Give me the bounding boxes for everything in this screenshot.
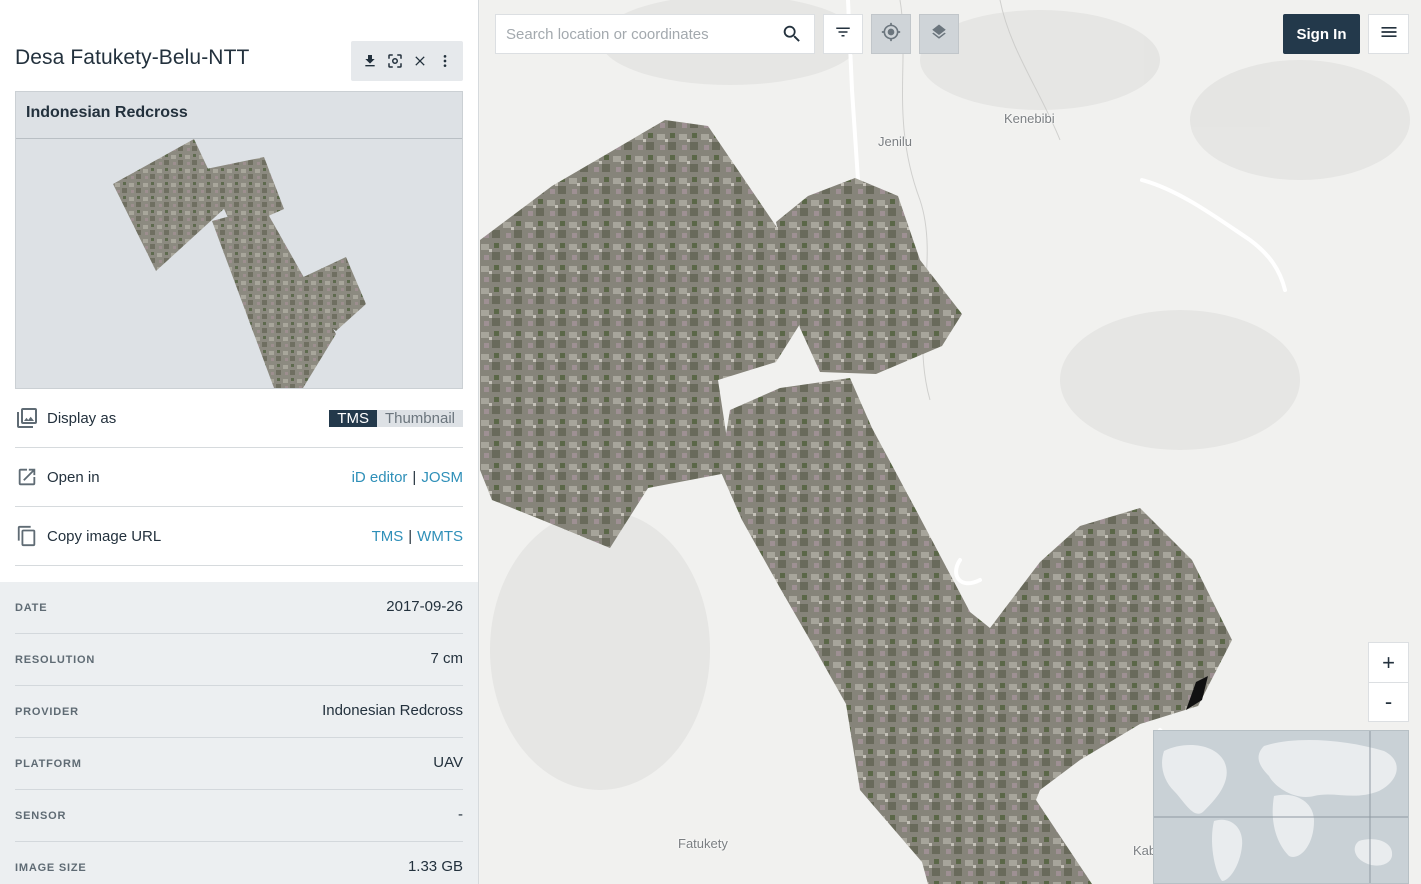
search-box xyxy=(495,14,815,54)
focus-icon[interactable] xyxy=(385,51,405,71)
metadata-row-date: DATE 2017-09-26 xyxy=(15,582,463,634)
metadata-row-resolution: RESOLUTION 7 cm xyxy=(15,634,463,686)
overview-minimap[interactable] xyxy=(1153,730,1409,884)
metadata-row-provider: PROVIDER Indonesian Redcross xyxy=(15,686,463,738)
metadata-panel: DATE 2017-09-26 RESOLUTION 7 cm PROVIDER… xyxy=(0,582,478,884)
metadata-value: UAV xyxy=(433,754,463,771)
sidebar-header: Desa Fatukety-Belu-NTT xyxy=(15,40,463,81)
crosshair-icon xyxy=(881,22,901,47)
display-as-label: Display as xyxy=(47,409,117,427)
layers-button[interactable] xyxy=(919,14,959,54)
metadata-key: PROVIDER xyxy=(15,706,79,718)
search-icon[interactable] xyxy=(780,22,804,46)
display-tms-option[interactable]: TMS xyxy=(329,409,377,427)
close-icon[interactable] xyxy=(410,51,430,71)
zoom-control: + - xyxy=(1368,642,1409,722)
page-title: Desa Fatukety-Belu-NTT xyxy=(15,46,250,69)
metadata-row-image-size: IMAGE SIZE 1.33 GB xyxy=(15,842,463,884)
open-in-id-editor-link[interactable]: iD editor xyxy=(352,469,408,486)
layers-icon xyxy=(930,23,948,46)
copy-url-links: TMS | WMTS xyxy=(372,528,463,545)
metadata-value: 2017-09-26 xyxy=(386,598,463,615)
copy-url-row: Copy image URL TMS | WMTS xyxy=(15,507,463,566)
imagery-card: Indonesian Redcross xyxy=(15,91,463,389)
external-link-icon xyxy=(15,465,39,489)
copy-tms-link[interactable]: TMS xyxy=(372,528,404,545)
imagery-sidebar: Desa Fatukety-Belu-NTT Indonesian Redcro… xyxy=(0,0,479,884)
hamburger-icon xyxy=(1379,22,1399,47)
metadata-value: 7 cm xyxy=(430,650,463,667)
link-separator: | xyxy=(412,468,417,486)
place-label-fatukety: Fatukety xyxy=(678,836,728,851)
filter-icon xyxy=(834,23,852,46)
map-canvas[interactable]: Jenilu Kenebibi Fatukety Kab Sign In + - xyxy=(480,0,1421,884)
link-separator: | xyxy=(408,527,413,545)
metadata-value: Indonesian Redcross xyxy=(322,702,463,719)
open-in-row: Open in iD editor | JOSM xyxy=(15,448,463,507)
copy-url-label: Copy image URL xyxy=(47,527,162,545)
world-map-thumbnail xyxy=(1154,731,1408,883)
image-icon xyxy=(15,406,39,430)
metadata-key: RESOLUTION xyxy=(15,654,96,666)
download-icon[interactable] xyxy=(360,51,380,71)
place-label-jenilu: Jenilu xyxy=(878,134,912,149)
place-label-kenebibi: Kenebibi xyxy=(1004,111,1055,126)
copy-wmts-link[interactable]: WMTS xyxy=(417,528,463,545)
open-in-label: Open in xyxy=(47,468,100,486)
metadata-value: 1.33 GB xyxy=(407,858,463,875)
more-vertical-icon[interactable] xyxy=(435,51,455,71)
open-in-josm-link[interactable]: JOSM xyxy=(421,469,463,486)
metadata-key: DATE xyxy=(15,602,48,614)
display-thumbnail-option[interactable]: Thumbnail xyxy=(376,409,463,427)
metadata-row-sensor: SENSOR - xyxy=(15,790,463,842)
open-in-links: iD editor | JOSM xyxy=(352,469,463,486)
metadata-value: - xyxy=(458,806,463,823)
display-mode-toggle: TMS Thumbnail xyxy=(329,402,463,434)
display-as-row: Display as TMS Thumbnail xyxy=(15,389,463,448)
locate-button[interactable] xyxy=(871,14,911,54)
menu-button[interactable] xyxy=(1368,14,1409,54)
card-provider-heading: Indonesian Redcross xyxy=(16,92,462,139)
metadata-key: PLATFORM xyxy=(15,758,82,770)
search-input[interactable] xyxy=(506,25,780,43)
metadata-key: IMAGE SIZE xyxy=(15,862,87,874)
sign-in-button[interactable]: Sign In xyxy=(1283,14,1360,54)
metadata-key: SENSOR xyxy=(15,810,67,822)
copy-icon xyxy=(15,524,39,548)
filter-button[interactable] xyxy=(823,14,863,54)
image-toolbar xyxy=(351,41,463,81)
imagery-thumbnail xyxy=(16,139,462,388)
metadata-row-platform: PLATFORM UAV xyxy=(15,738,463,790)
zoom-out-button[interactable]: - xyxy=(1369,682,1408,721)
zoom-in-button[interactable]: + xyxy=(1369,643,1408,682)
